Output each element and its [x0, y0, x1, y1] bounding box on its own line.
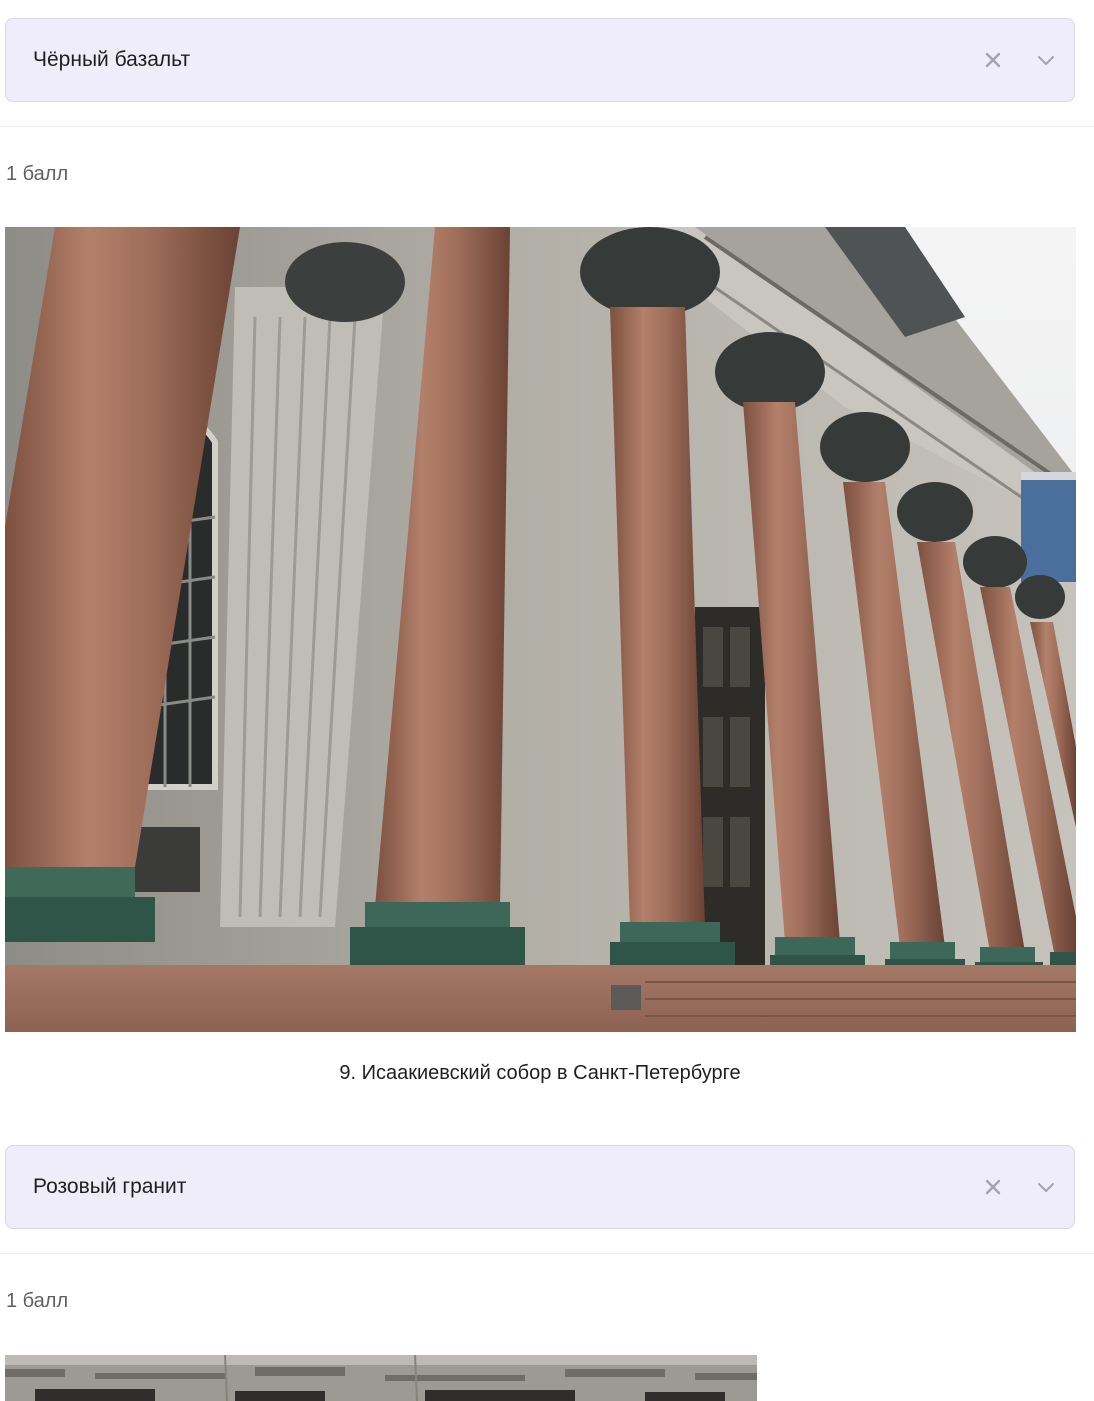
stone-wall-photo	[5, 1355, 757, 1401]
photo-caption: 9. Исаакиевский собор в Санкт-Петербурге	[339, 1062, 741, 1084]
points-label-q10: 1 балл	[6, 1290, 69, 1312]
chevron-down-icon[interactable]	[1036, 1177, 1056, 1197]
answer-select-q9[interactable]: Розовый гранит	[5, 1145, 1075, 1229]
close-icon[interactable]	[983, 1177, 1003, 1197]
chevron-down-icon[interactable]	[1036, 50, 1056, 70]
points-label-q9: 1 балл	[6, 163, 69, 185]
selected-answer: Розовый гранит	[33, 1175, 187, 1198]
close-icon[interactable]	[983, 50, 1003, 70]
divider	[0, 126, 1094, 127]
answer-select-q8[interactable]: Чёрный базальт	[5, 18, 1075, 102]
selected-answer: Чёрный базальт	[33, 48, 191, 71]
cathedral-photo	[5, 227, 1076, 1032]
divider	[0, 1253, 1094, 1254]
